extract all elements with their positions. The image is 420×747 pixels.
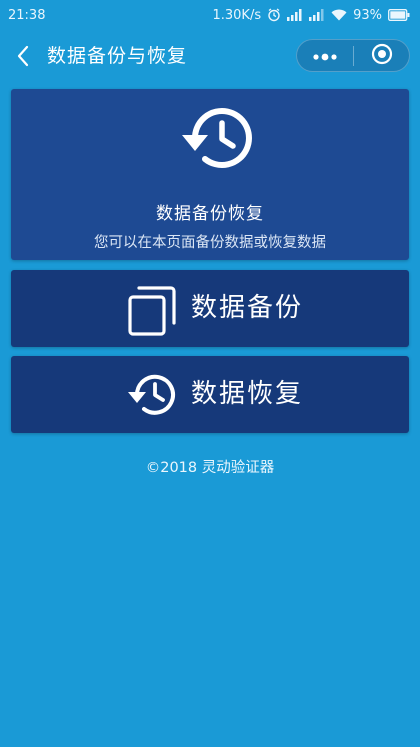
signal-icon (309, 9, 325, 21)
status-bar: 21:38 1.30K/s 93% (0, 0, 420, 30)
nav-bar: 数据备份与恢复 (0, 30, 420, 82)
footer-copyright: ©2018 灵动验证器 (145, 460, 275, 476)
back-button[interactable] (12, 41, 36, 71)
battery-icon (388, 9, 410, 21)
close-button[interactable] (354, 40, 409, 71)
data-backup-button[interactable]: 数据备份 (11, 270, 409, 347)
copy-icon (127, 285, 177, 337)
page-title: 数据备份与恢复 (47, 45, 188, 67)
data-backup-label: 数据备份 (191, 293, 304, 323)
network-speed: 1.30K/s (212, 7, 262, 23)
alarm-icon (267, 8, 281, 22)
more-dots-icon (312, 46, 338, 65)
backup-restore-info-card: 数据备份恢复 您可以在本页面备份数据或恢复数据 (11, 89, 409, 260)
history-icon (124, 372, 176, 416)
data-restore-button[interactable]: 数据恢复 (11, 356, 409, 433)
status-indicators: 1.30K/s 93% (212, 8, 410, 23)
chevron-left-icon (12, 45, 36, 75)
target-circle-icon (371, 43, 393, 69)
data-restore-label: 数据恢复 (191, 379, 304, 409)
status-time: 21:38 (8, 7, 46, 23)
more-button[interactable] (297, 40, 353, 71)
card-subtitle: 您可以在本页面备份数据或恢复数据 (94, 235, 326, 251)
mini-program-capsule (296, 39, 410, 72)
history-icon (175, 105, 253, 171)
battery-percent: 93% (353, 7, 382, 23)
signal-icon (287, 9, 303, 21)
card-title: 数据备份恢复 (156, 204, 264, 224)
wifi-icon (331, 9, 347, 21)
